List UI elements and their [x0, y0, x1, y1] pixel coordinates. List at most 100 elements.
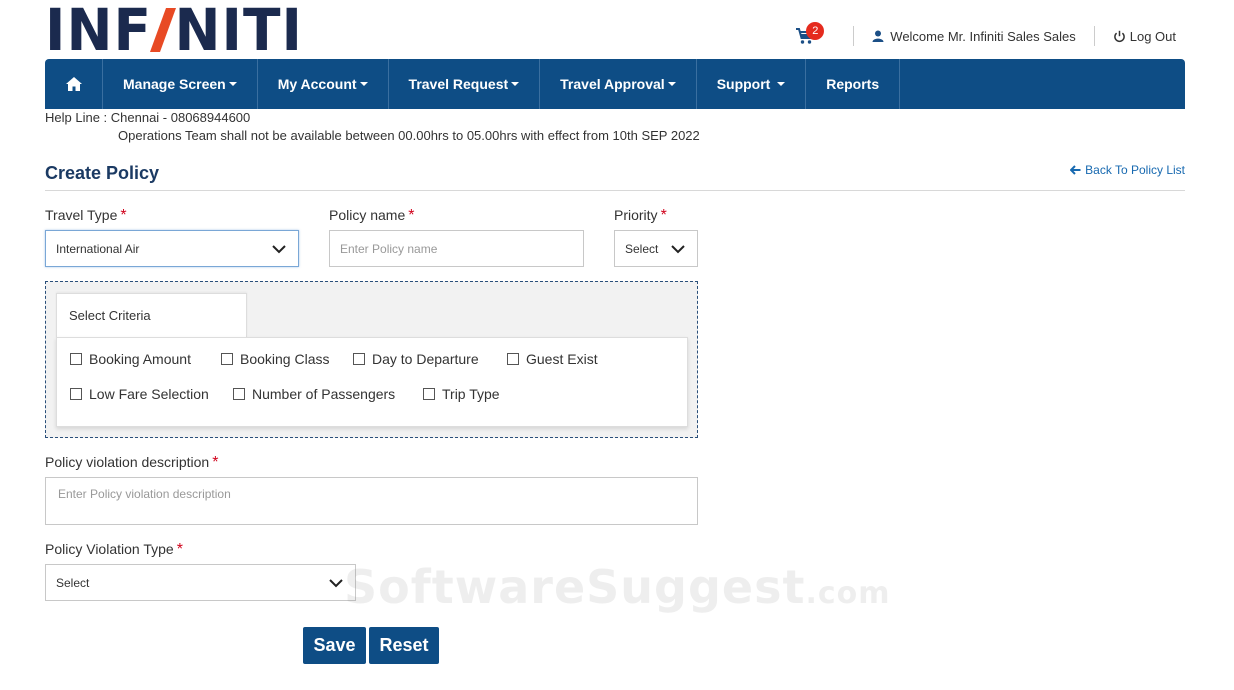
back-link-label: Back To Policy List	[1085, 163, 1185, 177]
nav-label: My Account	[277, 76, 357, 92]
travel-type-select[interactable]: International Air	[45, 230, 299, 267]
nav-label: Reports	[826, 76, 880, 92]
nav-travel-request[interactable]: Travel Request	[389, 59, 541, 109]
checkbox-label: Guest Exist	[526, 351, 598, 367]
nav-label: Travel Approval	[560, 76, 665, 92]
violation-description-label: Policy violation description *	[45, 454, 218, 472]
logo-text-right: NITI	[174, 0, 303, 64]
nav-home[interactable]	[45, 59, 103, 109]
chevron-down-icon	[671, 244, 685, 253]
title-divider	[45, 190, 1185, 191]
policy-name-label-text: Policy name	[329, 207, 406, 223]
welcome-text: Welcome Mr. Infiniti Sales Sales	[890, 28, 1076, 44]
nav-manage-screen[interactable]: Manage Screen	[103, 59, 258, 109]
priority-label: Priority *	[614, 207, 667, 225]
nav-travel-approval[interactable]: Travel Approval	[540, 59, 697, 109]
watermark: SoftwareSuggest.com	[344, 560, 891, 614]
caret-down-icon	[667, 82, 676, 86]
required-marker: *	[212, 454, 219, 471]
watermark-main: SoftwareSuggest	[344, 560, 806, 614]
logo-accent-slash	[150, 8, 177, 52]
save-button[interactable]: Save	[303, 627, 366, 664]
checkbox-box[interactable]	[507, 353, 519, 365]
logout-label: Log Out	[1129, 28, 1176, 44]
required-marker: *	[408, 207, 415, 224]
caret-down-icon	[511, 82, 520, 86]
checkbox-trip-type[interactable]: Trip Type	[423, 386, 500, 402]
required-marker: *	[660, 207, 667, 224]
nav-label: Travel Request	[408, 76, 509, 92]
welcome-user[interactable]: Welcome Mr. Infiniti Sales Sales	[872, 28, 1076, 44]
checkbox-booking-amount[interactable]: Booking Amount	[70, 351, 191, 367]
criteria-panel: Booking Amount Booking Class Day to Depa…	[56, 337, 688, 427]
tab-select-criteria[interactable]: Select Criteria	[56, 293, 247, 338]
main-navbar: Manage Screen My Account Travel Request …	[45, 59, 1185, 109]
violation-type-label: Policy Violation Type *	[45, 541, 183, 559]
checkbox-guest-exist[interactable]: Guest Exist	[507, 351, 598, 367]
checkbox-box[interactable]	[423, 388, 435, 400]
caret-down-icon	[777, 82, 786, 86]
caret-down-icon	[228, 82, 237, 86]
required-marker: *	[120, 207, 127, 224]
caret-down-icon	[359, 82, 368, 86]
chevron-down-icon	[272, 244, 286, 253]
checkbox-box[interactable]	[353, 353, 365, 365]
checkbox-label: Number of Passengers	[252, 386, 396, 402]
policy-name-placeholder: Enter Policy name	[340, 241, 438, 256]
checkbox-label: Booking Class	[240, 351, 330, 367]
nav-label: Manage Screen	[123, 76, 226, 92]
logout-button[interactable]: Log Out	[1113, 29, 1176, 44]
travel-type-value: International Air	[56, 241, 140, 256]
checkbox-box[interactable]	[70, 388, 82, 400]
infiniti-logo[interactable]: INF NITI	[45, 0, 303, 64]
nav-reports[interactable]: Reports	[806, 59, 901, 109]
checkbox-low-fare-selection[interactable]: Low Fare Selection	[70, 386, 209, 402]
operations-notice: Operations Team shall not be available b…	[118, 128, 700, 143]
violation-description-label-text: Policy violation description	[45, 454, 210, 470]
home-icon	[65, 77, 82, 91]
checkbox-label: Booking Amount	[89, 351, 191, 367]
checkbox-box[interactable]	[70, 353, 82, 365]
page-title: Create Policy	[45, 163, 160, 183]
checkbox-label: Trip Type	[442, 386, 500, 402]
checkbox-label: Day to Departure	[372, 351, 479, 367]
top-user-bar: 2 Welcome Mr. Infiniti Sales Sales Log O…	[795, 22, 1176, 46]
priority-value: Select	[625, 241, 659, 256]
logo-text-left: INF	[45, 0, 153, 64]
checkbox-number-of-passengers[interactable]: Number of Passengers	[233, 386, 395, 402]
violation-type-label-text: Policy Violation Type	[45, 541, 174, 557]
tab-label: Select Criteria	[69, 308, 151, 323]
cart-count-badge: 2	[806, 22, 825, 40]
violation-description-textarea[interactable]: Enter Policy violation description	[45, 477, 698, 525]
nav-my-account[interactable]: My Account	[258, 59, 389, 109]
divider	[1093, 26, 1095, 46]
travel-type-label-text: Travel Type	[45, 207, 118, 223]
violation-type-value: Select	[56, 575, 90, 590]
policy-name-input[interactable]: Enter Policy name	[329, 230, 584, 267]
required-marker: *	[176, 541, 183, 558]
arrow-left-icon	[1070, 165, 1081, 175]
checkbox-label: Low Fare Selection	[89, 386, 209, 402]
cart-button[interactable]: 2	[795, 22, 825, 46]
violation-description-placeholder: Enter Policy violation description	[58, 487, 231, 501]
back-to-policy-list-link[interactable]: Back To Policy List	[1070, 163, 1185, 177]
chevron-down-icon	[329, 578, 343, 587]
policy-name-label: Policy name *	[329, 207, 415, 225]
nav-label: Support	[716, 76, 771, 92]
checkbox-box[interactable]	[221, 353, 233, 365]
watermark-suffix: .com	[805, 576, 891, 611]
user-icon	[872, 30, 884, 42]
violation-type-select[interactable]: Select	[45, 564, 356, 601]
priority-select[interactable]: Select	[614, 230, 698, 267]
travel-type-label: Travel Type *	[45, 207, 127, 225]
divider	[853, 26, 855, 46]
reset-button[interactable]: Reset	[369, 627, 439, 664]
nav-support[interactable]: Support	[697, 59, 807, 109]
priority-label-text: Priority	[614, 207, 658, 223]
checkbox-box[interactable]	[233, 388, 245, 400]
checkbox-day-to-departure[interactable]: Day to Departure	[353, 351, 479, 367]
criteria-section: Select Criteria Booking Amount Booking C…	[45, 281, 698, 438]
power-icon	[1113, 30, 1125, 42]
checkbox-booking-class[interactable]: Booking Class	[221, 351, 330, 367]
helpline-text: Help Line : Chennai - 08068944600	[45, 110, 251, 125]
